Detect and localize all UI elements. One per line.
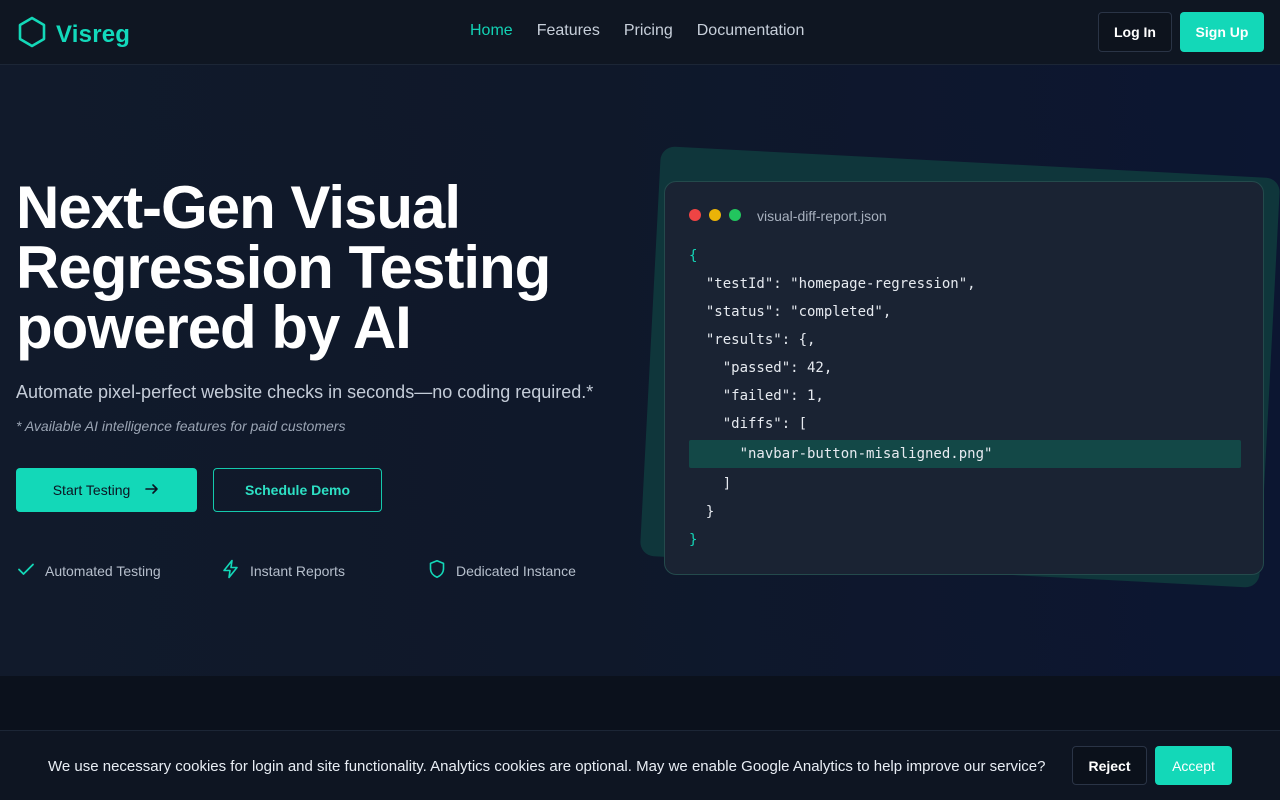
maximize-dot-icon xyxy=(729,209,741,221)
feature-instant-reports: Instant Reports xyxy=(221,559,345,582)
code-line: ] xyxy=(689,476,732,492)
start-testing-button[interactable]: Start Testing xyxy=(16,468,197,512)
reject-cookies-button[interactable]: Reject xyxy=(1072,746,1147,785)
hero-title-line: powered by AI xyxy=(16,294,412,361)
code-line: } xyxy=(689,504,715,520)
hero-footnote: * Available AI intelligence features for… xyxy=(16,418,346,434)
nav-link-features[interactable]: Features xyxy=(537,22,600,40)
code-filename: visual-diff-report.json xyxy=(757,208,887,224)
signup-button[interactable]: Sign Up xyxy=(1180,12,1264,52)
hero-title-line: Regression Testing xyxy=(16,234,551,301)
lightning-icon xyxy=(221,559,241,582)
next-section xyxy=(0,676,1280,730)
cookie-message: We use necessary cookies for login and s… xyxy=(48,758,1046,775)
brand-logo-link[interactable]: Visreg xyxy=(18,16,130,53)
window-controls xyxy=(689,209,741,221)
cookie-banner: We use necessary cookies for login and s… xyxy=(0,730,1280,800)
code-line: } xyxy=(689,532,698,548)
hero-title: Next-Gen Visual Regression Testing power… xyxy=(16,178,616,358)
close-dot-icon xyxy=(689,209,701,221)
code-line: "status": "completed", xyxy=(689,304,892,320)
schedule-demo-button[interactable]: Schedule Demo xyxy=(213,468,382,512)
accept-cookies-button[interactable]: Accept xyxy=(1155,746,1232,785)
login-button[interactable]: Log In xyxy=(1098,12,1172,52)
feature-dedicated-instance: Dedicated Instance xyxy=(427,559,576,582)
code-line: "testId": "homepage-regression", xyxy=(689,276,976,292)
feature-label: Instant Reports xyxy=(250,562,345,579)
top-navbar: Visreg Home Features Pricing Documentati… xyxy=(0,0,1280,65)
code-line: "passed": 42, xyxy=(689,360,833,376)
code-line: { xyxy=(689,248,698,264)
arrow-right-icon xyxy=(144,481,160,500)
nav-link-documentation[interactable]: Documentation xyxy=(697,22,805,40)
minimize-dot-icon xyxy=(709,209,721,221)
shield-icon xyxy=(427,559,447,582)
check-icon xyxy=(16,559,36,582)
code-line-highlighted: "navbar-button-misaligned.png" xyxy=(689,440,1241,468)
start-testing-label: Start Testing xyxy=(52,482,131,498)
hexagon-icon xyxy=(18,16,46,53)
code-line: "failed": 1, xyxy=(689,388,824,404)
feature-label: Dedicated Instance xyxy=(456,562,576,579)
nav-links: Home Features Pricing Documentation xyxy=(470,22,804,40)
nav-link-home[interactable]: Home xyxy=(470,22,513,40)
code-line: "diffs": [ xyxy=(689,416,808,432)
nav-link-pricing[interactable]: Pricing xyxy=(624,22,673,40)
code-card: visual-diff-report.json { "testId": "hom… xyxy=(664,181,1264,575)
code-block: { "testId": "homepage-regression", "stat… xyxy=(689,242,1241,554)
feature-automated-testing: Automated Testing xyxy=(16,559,161,582)
feature-label: Automated Testing xyxy=(45,562,161,579)
hero-section: Next-Gen Visual Regression Testing power… xyxy=(0,65,1280,676)
hero-title-line: Next-Gen Visual xyxy=(16,174,461,241)
brand-name: Visreg xyxy=(56,20,131,48)
code-line: "results": {, xyxy=(689,332,816,348)
hero-subtitle: Automate pixel-perfect website checks in… xyxy=(16,382,594,402)
